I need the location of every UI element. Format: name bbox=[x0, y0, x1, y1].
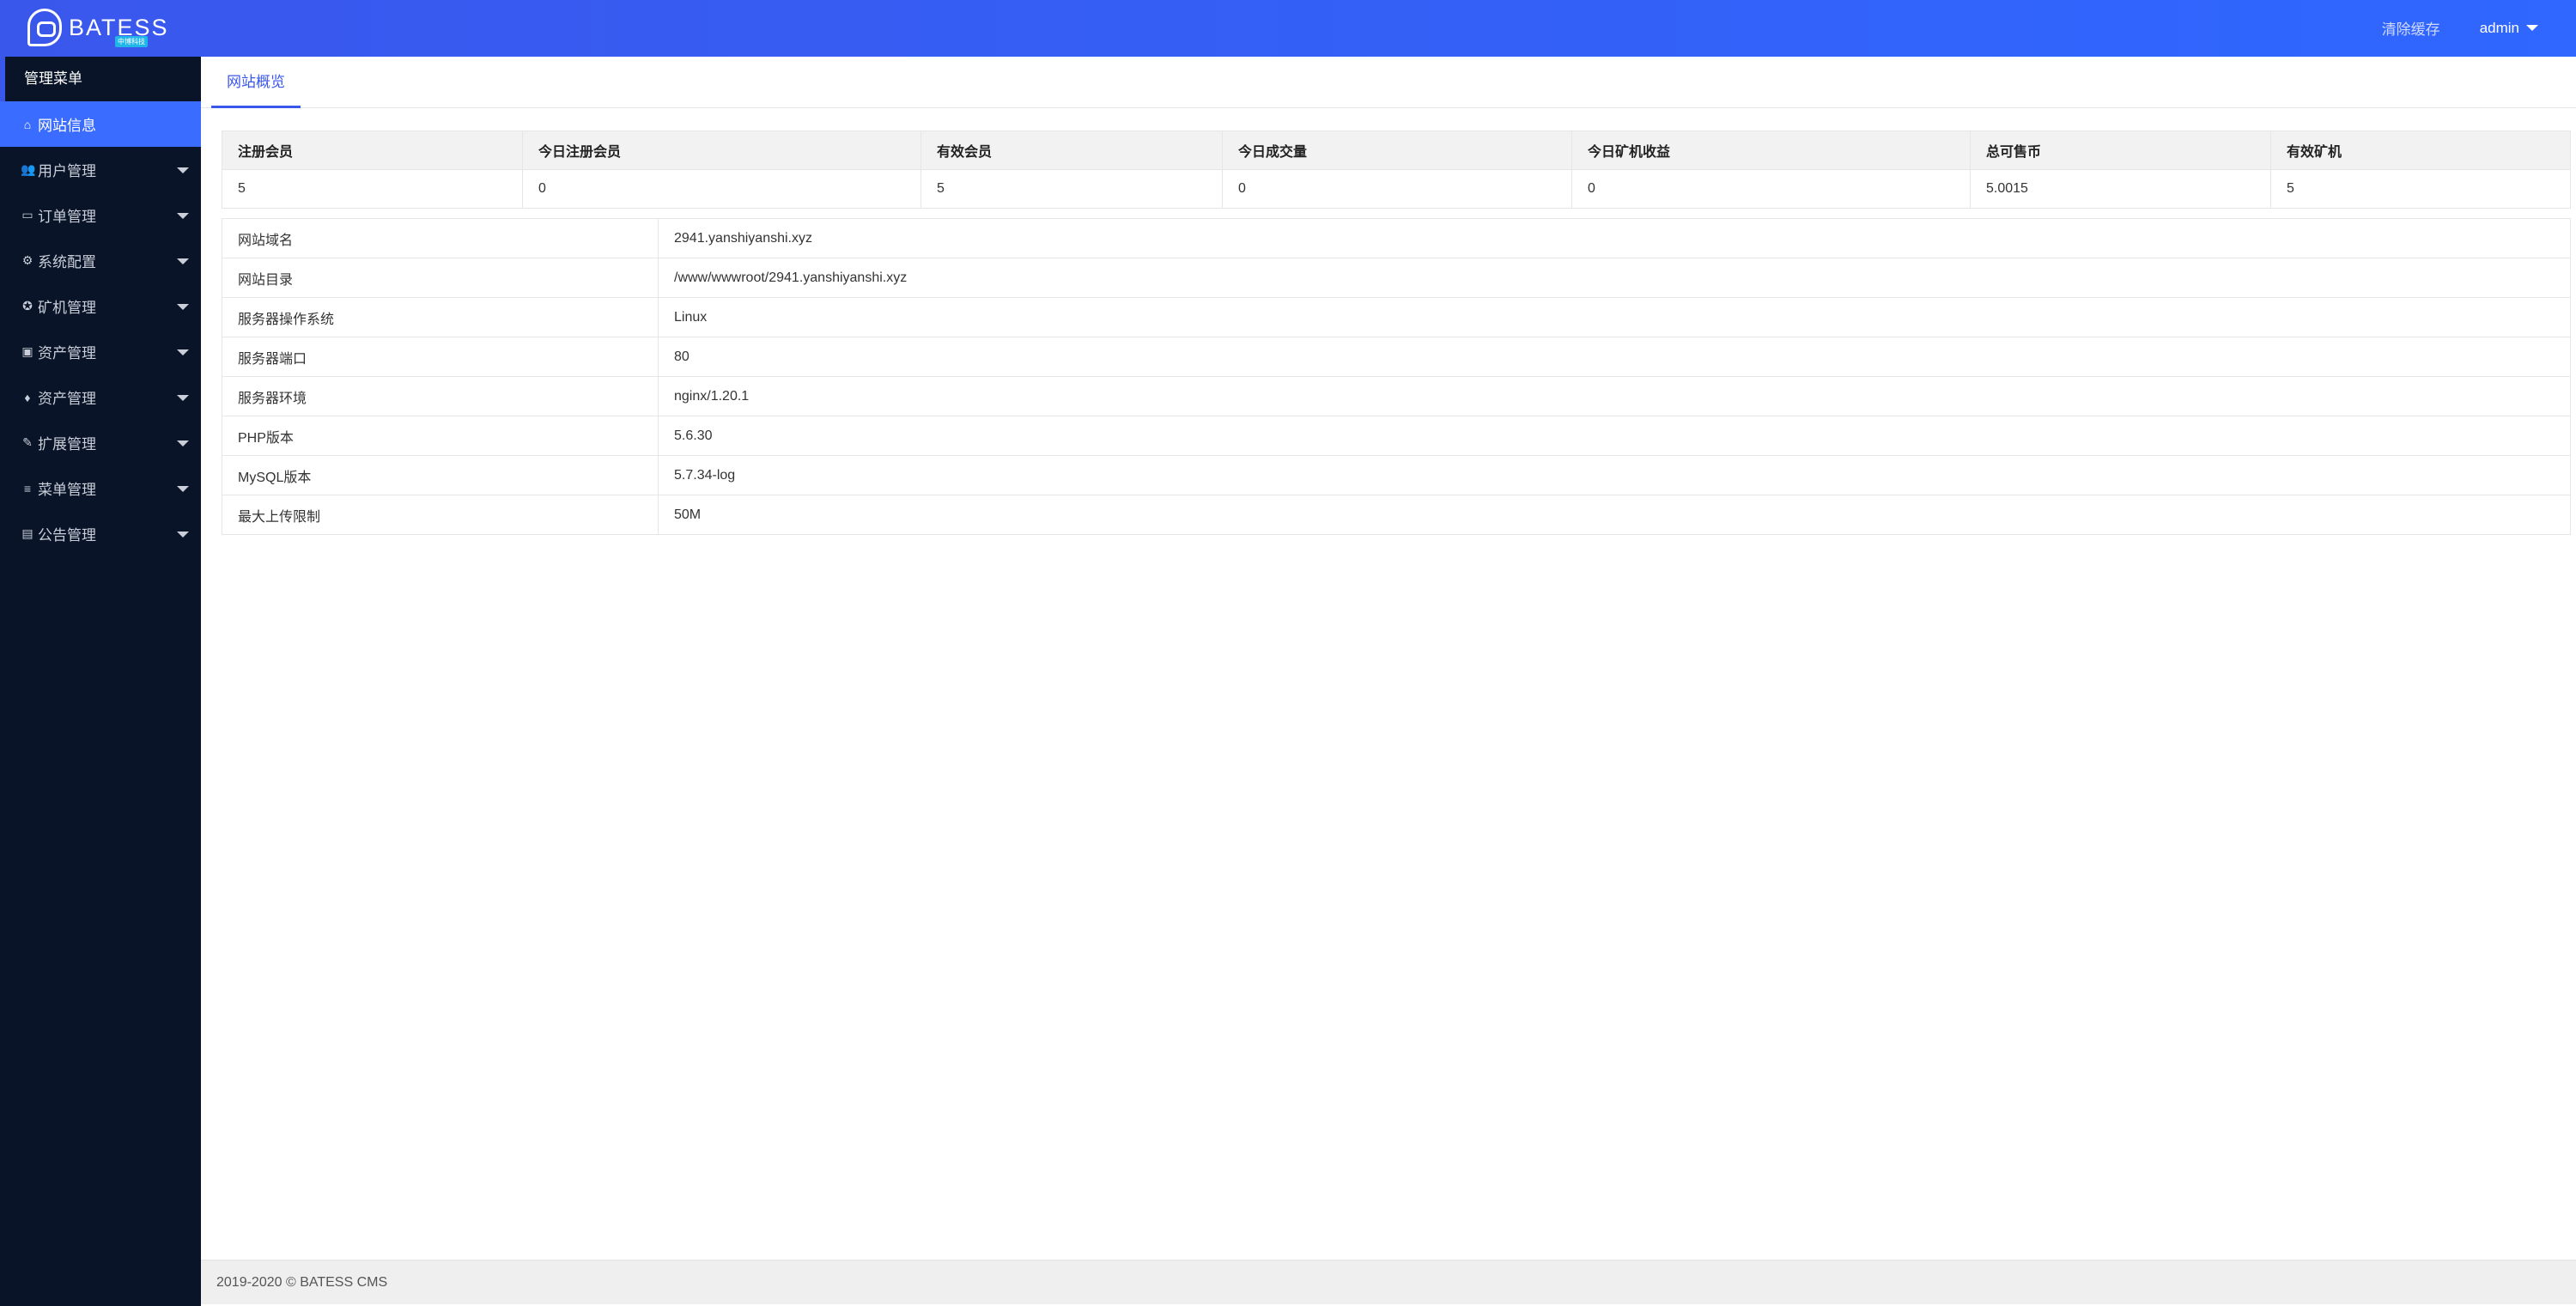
home-icon: ⌂ bbox=[23, 117, 32, 131]
info-key: 服务器环境 bbox=[222, 376, 659, 416]
table-cell: 0 bbox=[1222, 169, 1572, 209]
file-icon: ▤ bbox=[21, 526, 33, 540]
caret-down-icon bbox=[177, 532, 189, 538]
sidebar-item-label: 资产管理 bbox=[38, 391, 96, 407]
tab-bar: 网站概览 bbox=[201, 57, 2576, 108]
sidebar-item-label: 用户管理 bbox=[38, 163, 96, 179]
sidebar-item-site-info[interactable]: ⌂ 网站信息 bbox=[0, 101, 201, 147]
sidebar-item-announcements[interactable]: ▤ 公告管理 bbox=[0, 511, 201, 556]
sidebar-item-label: 公告管理 bbox=[38, 527, 96, 544]
bars-icon: ≡ bbox=[23, 481, 32, 495]
info-value: /www/wwwroot/2941.yanshiyanshi.xyz bbox=[658, 258, 2571, 298]
top-header: BATESS 中博科技 清除缓存 admin bbox=[0, 0, 2576, 57]
sidebar-item-orders[interactable]: ▭ 订单管理 bbox=[0, 192, 201, 238]
caret-down-icon bbox=[2526, 25, 2538, 31]
logo[interactable]: BATESS 中博科技 bbox=[27, 7, 169, 48]
sidebar-item-extensions[interactable]: ✎ 扩展管理 bbox=[0, 420, 201, 465]
caret-down-icon bbox=[177, 395, 189, 401]
column-header: 今日注册会员 bbox=[522, 131, 921, 170]
table-cell: 0 bbox=[1571, 169, 1971, 209]
table-row: MySQL版本 5.7.34-log bbox=[222, 455, 2571, 495]
logo-icon bbox=[27, 9, 62, 46]
sidebar-item-label: 矿机管理 bbox=[38, 300, 96, 316]
caret-down-icon bbox=[177, 167, 189, 173]
caret-down-icon bbox=[177, 349, 189, 355]
sidebar-item-label: 扩展管理 bbox=[38, 436, 96, 453]
sidebar-title: 管理菜单 bbox=[0, 57, 201, 101]
info-value: 80 bbox=[658, 337, 2571, 377]
sidebar-item-assets-1[interactable]: ▣ 资产管理 bbox=[0, 329, 201, 374]
caret-down-icon bbox=[177, 258, 189, 264]
caret-down-icon bbox=[177, 440, 189, 446]
column-header: 今日成交量 bbox=[1222, 131, 1572, 170]
column-header: 有效会员 bbox=[920, 131, 1223, 170]
sidebar-item-label: 系统配置 bbox=[38, 254, 96, 270]
sidebar-item-label: 订单管理 bbox=[38, 209, 96, 225]
stats-table: 注册会员 今日注册会员 有效会员 今日成交量 今日矿机收益 总可售币 有效矿机 … bbox=[222, 131, 2571, 209]
user-name: admin bbox=[2479, 19, 2519, 36]
money-icon: ▣ bbox=[21, 344, 33, 358]
server-info-table: 网站域名 2941.yanshiyanshi.xyz 网站目录 /www/www… bbox=[222, 218, 2571, 535]
info-key: 最大上传限制 bbox=[222, 495, 659, 535]
info-key: 网站目录 bbox=[222, 258, 659, 298]
info-key: 网站域名 bbox=[222, 218, 659, 258]
table-row: 5 0 5 0 0 5.0015 5 bbox=[222, 169, 2571, 209]
card-icon: ▭ bbox=[21, 208, 33, 222]
column-header: 总可售币 bbox=[1970, 131, 2271, 170]
cogs-icon: ⚙ bbox=[21, 253, 33, 267]
sidebar-item-miners[interactable]: ✪ 矿机管理 bbox=[0, 283, 201, 329]
sidebar-item-system-config[interactable]: ⚙ 系统配置 bbox=[0, 238, 201, 283]
table-cell: 5 bbox=[222, 169, 523, 209]
sidebar-item-assets-2[interactable]: ♦ 资产管理 bbox=[0, 374, 201, 420]
clear-cache-link[interactable]: 清除缓存 bbox=[2382, 17, 2440, 39]
caret-down-icon bbox=[177, 213, 189, 219]
info-value: 50M bbox=[658, 495, 2571, 535]
sidebar-item-label: 资产管理 bbox=[38, 345, 96, 361]
table-header-row: 注册会员 今日注册会员 有效会员 今日成交量 今日矿机收益 总可售币 有效矿机 bbox=[222, 131, 2571, 170]
diamond-icon: ♦ bbox=[24, 390, 31, 404]
table-row: 服务器端口 80 bbox=[222, 337, 2571, 377]
column-header: 有效矿机 bbox=[2270, 131, 2571, 170]
sidebar-item-label: 菜单管理 bbox=[38, 482, 96, 498]
table-cell: 5 bbox=[920, 169, 1223, 209]
sidebar-item-users[interactable]: 👥 用户管理 bbox=[0, 147, 201, 192]
rebel-icon: ✪ bbox=[22, 299, 33, 313]
info-value: 5.7.34-log bbox=[658, 455, 2571, 495]
info-value: Linux bbox=[658, 297, 2571, 337]
column-header: 注册会员 bbox=[222, 131, 523, 170]
table-cell: 5.0015 bbox=[1970, 169, 2271, 209]
users-icon: 👥 bbox=[21, 162, 36, 176]
sidebar-item-menus[interactable]: ≡ 菜单管理 bbox=[0, 465, 201, 511]
info-key: MySQL版本 bbox=[222, 455, 659, 495]
caret-down-icon bbox=[177, 304, 189, 310]
info-key: PHP版本 bbox=[222, 416, 659, 456]
sidebar: 管理菜单 ⌂ 网站信息 👥 用户管理 ▭ 订单管理 ⚙ 系统配置 ✪ 矿机管理 … bbox=[0, 57, 201, 1306]
table-row: 网站目录 /www/wwwroot/2941.yanshiyanshi.xyz bbox=[222, 258, 2571, 298]
info-value: 5.6.30 bbox=[658, 416, 2571, 456]
tab-site-overview[interactable]: 网站概览 bbox=[211, 57, 301, 108]
info-key: 服务器操作系统 bbox=[222, 297, 659, 337]
table-row: 服务器环境 nginx/1.20.1 bbox=[222, 376, 2571, 416]
footer: 2019-2020 © BATESS CMS bbox=[201, 1260, 2576, 1304]
caret-down-icon bbox=[177, 486, 189, 492]
sidebar-item-label: 网站信息 bbox=[38, 118, 96, 134]
main-content: 网站概览 注册会员 今日注册会员 有效会员 今日成交量 今日矿机收益 总可售币 … bbox=[201, 57, 2576, 1259]
table-row: 网站域名 2941.yanshiyanshi.xyz bbox=[222, 218, 2571, 258]
table-row: 最大上传限制 50M bbox=[222, 495, 2571, 535]
info-key: 服务器端口 bbox=[222, 337, 659, 377]
brand-sub: 中博科技 bbox=[115, 36, 148, 47]
wrench-icon: ✎ bbox=[22, 435, 33, 449]
table-row: 服务器操作系统 Linux bbox=[222, 297, 2571, 337]
table-cell: 5 bbox=[2270, 169, 2571, 209]
table-cell: 0 bbox=[522, 169, 921, 209]
info-value: 2941.yanshiyanshi.xyz bbox=[658, 218, 2571, 258]
table-row: PHP版本 5.6.30 bbox=[222, 416, 2571, 456]
info-value: nginx/1.20.1 bbox=[658, 376, 2571, 416]
column-header: 今日矿机收益 bbox=[1571, 131, 1971, 170]
user-menu[interactable]: admin bbox=[2480, 20, 2538, 37]
